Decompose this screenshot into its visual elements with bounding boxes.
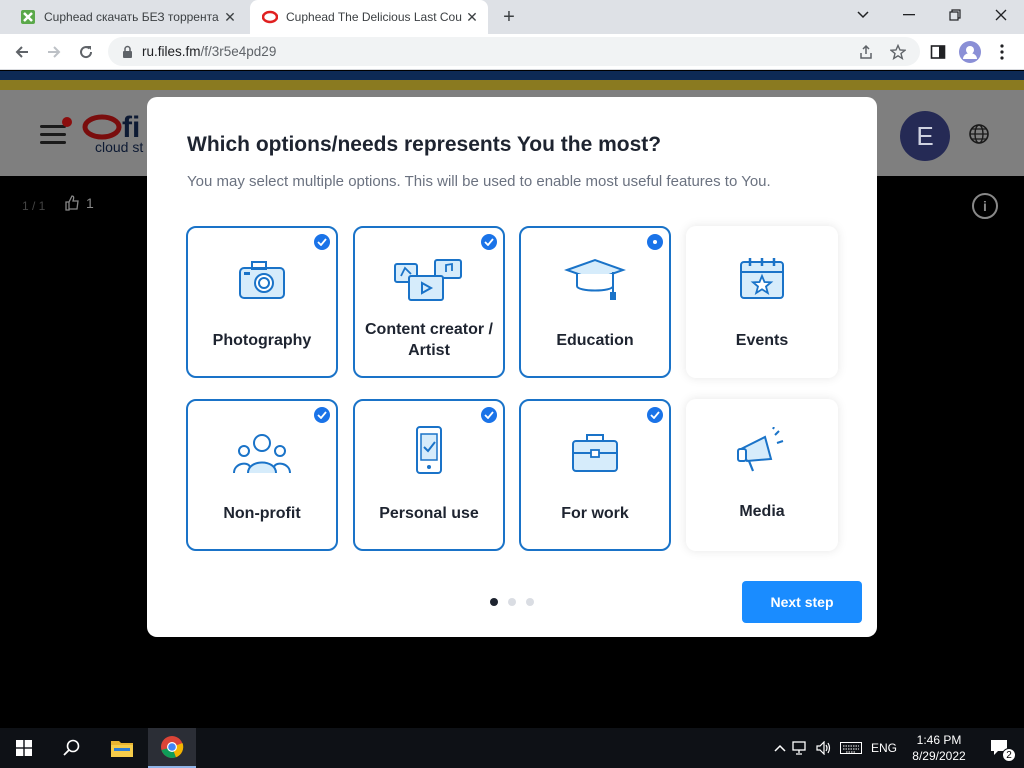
option-label: Personal use bbox=[379, 505, 479, 522]
step-indicator bbox=[490, 598, 534, 606]
graduation-cap-icon bbox=[564, 258, 626, 300]
checkmark-icon bbox=[647, 407, 663, 423]
option-card-media[interactable]: Media bbox=[686, 399, 838, 551]
close-icon[interactable]: ✕ bbox=[462, 7, 482, 27]
option-card-content-creator[interactable]: Content creator / Artist bbox=[353, 226, 505, 378]
keyboard-icon[interactable] bbox=[836, 742, 866, 754]
option-card-for-work[interactable]: For work bbox=[519, 399, 671, 551]
system-tray: ENG bbox=[772, 728, 902, 768]
options-modal: Which options/needs represents You the m… bbox=[147, 97, 877, 637]
checkmark-icon bbox=[314, 234, 330, 250]
files-fm-favicon-icon bbox=[262, 9, 278, 25]
chrome-taskbar-icon[interactable] bbox=[148, 728, 196, 768]
option-label: Content creator / Artist bbox=[364, 321, 493, 359]
browser-tab-bar: Cuphead скачать БЕЗ торрента ✕ Cuphead T… bbox=[0, 0, 1024, 34]
media-files-icon bbox=[394, 259, 462, 301]
user-avatar[interactable]: E bbox=[900, 111, 950, 161]
option-card-education[interactable]: Education bbox=[519, 226, 671, 378]
modal-subtitle: You may select multiple options. This wi… bbox=[187, 173, 771, 190]
option-card-personal-use[interactable]: Personal use bbox=[353, 399, 505, 551]
modal-title: Which options/needs represents You the m… bbox=[187, 133, 662, 156]
smartphone-check-icon bbox=[416, 426, 442, 474]
checkmark-icon bbox=[481, 234, 497, 250]
info-icon[interactable]: i bbox=[972, 193, 998, 219]
tab-search-icon[interactable] bbox=[840, 0, 886, 30]
camera-icon bbox=[239, 261, 285, 299]
volume-icon[interactable] bbox=[812, 741, 836, 755]
clock-time: 1:46 PM bbox=[916, 733, 962, 747]
close-window-button[interactable] bbox=[978, 0, 1024, 30]
option-label: Photography bbox=[212, 332, 312, 349]
menu-dots-icon[interactable] bbox=[988, 38, 1016, 66]
briefcase-icon bbox=[572, 434, 618, 472]
option-label: Non-profit bbox=[223, 505, 301, 522]
tab-title: Cuphead The Delicious Last Cour bbox=[286, 10, 462, 24]
checkmark-icon bbox=[647, 234, 663, 250]
tab-title: Cuphead скачать БЕЗ торрента bbox=[44, 10, 219, 24]
step-dot[interactable] bbox=[508, 598, 516, 606]
hamburger-menu-icon[interactable] bbox=[40, 117, 72, 145]
calendar-star-icon bbox=[740, 258, 784, 299]
like-button[interactable]: 1 bbox=[64, 195, 94, 211]
option-label: Events bbox=[735, 332, 789, 349]
side-panel-icon[interactable] bbox=[924, 38, 952, 66]
browser-tab-2[interactable]: Cuphead The Delicious Last Cour ✕ bbox=[250, 0, 488, 34]
reload-button[interactable] bbox=[72, 38, 100, 66]
browser-tab-1[interactable]: Cuphead скачать БЕЗ торрента ✕ bbox=[8, 0, 246, 34]
next-step-button[interactable]: Next step bbox=[742, 581, 862, 623]
checkmark-icon bbox=[481, 407, 497, 423]
option-card-non-profit[interactable]: Non-profit bbox=[186, 399, 338, 551]
search-icon[interactable] bbox=[48, 728, 96, 768]
clock[interactable]: 1:46 PM 8/29/2022 bbox=[906, 732, 972, 764]
browser-toolbar: ru.files.fm/f/3r5e4pd29 bbox=[0, 34, 1024, 70]
restore-button[interactable] bbox=[932, 0, 978, 30]
option-card-events[interactable]: Events bbox=[686, 226, 838, 378]
step-dot[interactable] bbox=[490, 598, 498, 606]
option-card-photography[interactable]: Photography bbox=[186, 226, 338, 378]
site-logo-subtitle: cloud st bbox=[95, 139, 144, 155]
windows-taskbar: ENG 1:46 PM 8/29/2022 2 bbox=[0, 728, 1024, 768]
language-indicator[interactable]: ENG bbox=[866, 741, 902, 755]
address-bar[interactable]: ru.files.fm/f/3r5e4pd29 bbox=[108, 37, 920, 66]
like-count: 1 bbox=[86, 195, 94, 211]
file-explorer-icon[interactable] bbox=[98, 728, 146, 768]
option-label: For work bbox=[561, 505, 629, 522]
clock-date: 8/29/2022 bbox=[912, 749, 966, 763]
profile-avatar[interactable] bbox=[956, 38, 984, 66]
share-icon[interactable] bbox=[852, 38, 880, 66]
option-label: Media bbox=[739, 503, 785, 520]
lock-icon bbox=[120, 45, 134, 59]
globe-icon[interactable] bbox=[968, 123, 990, 145]
step-dot[interactable] bbox=[526, 598, 534, 606]
close-icon[interactable]: ✕ bbox=[220, 7, 240, 27]
header-stripe-yellow bbox=[0, 80, 1024, 90]
option-label: Education bbox=[556, 332, 634, 349]
people-group-icon bbox=[233, 434, 291, 474]
network-icon[interactable] bbox=[788, 741, 812, 755]
notification-count: 2 bbox=[1002, 748, 1016, 762]
megaphone-icon bbox=[737, 427, 784, 472]
minimize-button[interactable] bbox=[886, 0, 932, 30]
back-button[interactable] bbox=[8, 38, 36, 66]
windows-start-icon[interactable] bbox=[0, 728, 48, 768]
checkmark-icon bbox=[314, 407, 330, 423]
url-text: ru.files.fm/f/3r5e4pd29 bbox=[142, 44, 277, 59]
thumbs-up-icon bbox=[65, 195, 79, 211]
header-stripe-blue bbox=[0, 71, 1024, 80]
forward-button[interactable] bbox=[40, 38, 68, 66]
notifications-icon[interactable]: 2 bbox=[976, 728, 1024, 768]
bookmark-star-icon[interactable] bbox=[884, 38, 912, 66]
chevron-up-icon[interactable] bbox=[772, 744, 788, 752]
new-tab-button[interactable]: + bbox=[498, 6, 520, 28]
file-counter: 1 / 1 bbox=[22, 199, 46, 213]
site-favicon-icon bbox=[20, 9, 36, 25]
